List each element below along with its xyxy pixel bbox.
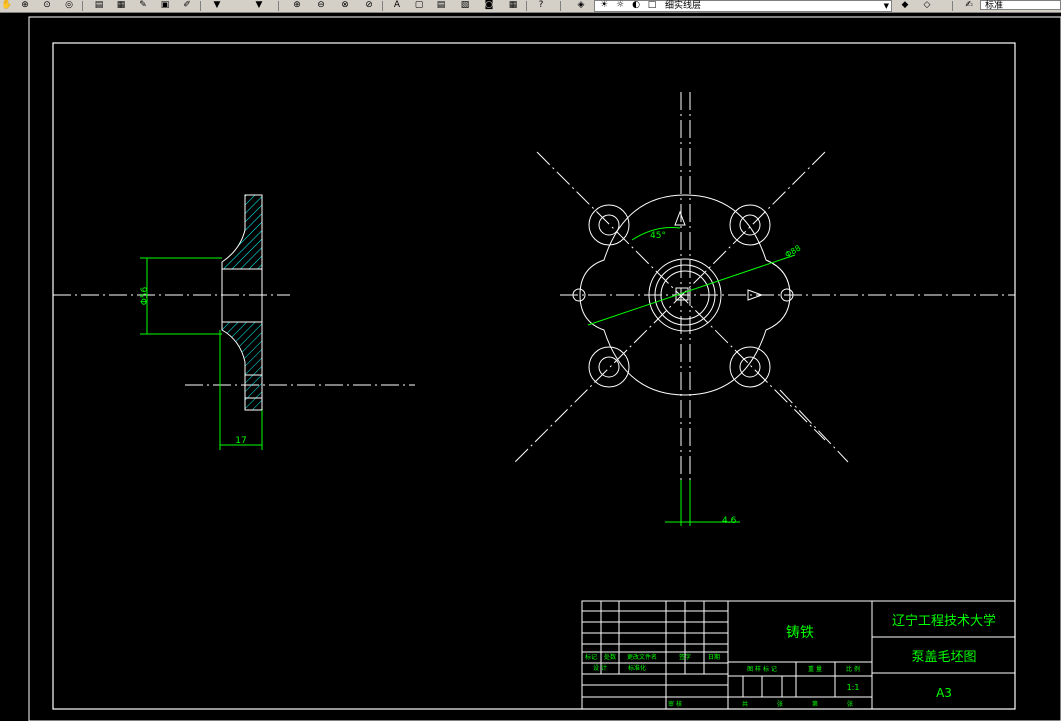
text-style-name: 标准 — [985, 1, 1004, 11]
toolbar: ✋ ⊕ ⊙ ◎ ▤ ▦ ✎ ▣ ✐ ▼ ▼ ⊕ ⊖ ⊗ ⊘ A ▢ ▤ ▧ ◙ … — [0, 0, 1061, 13]
label-sheets-2: 张 — [847, 700, 853, 708]
label-sign: 签字 — [679, 653, 691, 661]
design-center-icon[interactable]: ▦ — [114, 0, 128, 11]
dim-text-offset: 4.6 — [722, 516, 737, 526]
label-count: 处数 — [604, 653, 616, 661]
layer-previous-icon[interactable]: ◇ — [920, 0, 934, 11]
dim-text-diameter: Φ56 — [140, 286, 150, 305]
layer-dropdown[interactable]: ☀ ☼ ◐ □ 细实线层 ▼ — [594, 0, 892, 12]
side-view — [53, 194, 415, 411]
hatch-lower — [221, 321, 263, 411]
zoom-realtime-icon[interactable]: ⊕ — [18, 0, 32, 11]
toolbar-separator — [82, 1, 83, 11]
text-style-dropdown[interactable]: 标准 — [980, 0, 1061, 11]
datum-triangle-top — [674, 210, 686, 226]
layer-name: 细实线层 — [665, 1, 702, 11]
zoom-out-icon[interactable]: ⊖ — [314, 0, 328, 11]
inner-frame — [52, 42, 1016, 710]
material-text: 铸铁 — [786, 625, 814, 641]
zoom-window-icon[interactable]: ⊙ — [40, 0, 54, 11]
block-icon[interactable]: ▢ — [412, 0, 426, 11]
label-stage-mark: 图 样 标 记 — [747, 665, 777, 673]
table-icon[interactable]: ▤ — [434, 0, 448, 11]
bolt-boss-tr — [729, 204, 771, 246]
size-text: A3 — [936, 686, 952, 700]
make-current-icon[interactable]: ◆ — [898, 0, 912, 11]
label-sheet-no: 第 — [812, 700, 818, 708]
label-ratio: 比 例 — [846, 665, 860, 673]
toolbar-separator — [278, 1, 279, 11]
hatch-upper — [221, 194, 263, 270]
dim-text-angle: 45° — [650, 231, 666, 241]
zoom-all-icon[interactable]: ⊗ — [338, 0, 352, 11]
toolbar-separator — [200, 1, 201, 11]
layer-manager-icon[interactable]: ◈ — [574, 0, 588, 11]
bolt-boss-br — [729, 346, 771, 388]
bolt-hole-bl — [598, 356, 620, 378]
dim-text-diameter-circle: Φ88 — [784, 243, 803, 259]
bolt-boss-tl — [588, 204, 630, 246]
help-icon[interactable]: ? — [534, 0, 548, 11]
label-design: 设 计 — [593, 664, 607, 672]
label-mark: 标记 — [585, 653, 597, 661]
markup-icon[interactable]: ✐ — [180, 0, 194, 11]
toolbar-separator — [382, 1, 383, 11]
diagonal-centerline-2 — [514, 151, 826, 463]
label-review: 审 核 — [668, 700, 682, 708]
text-style-icon[interactable]: ✍ — [962, 0, 976, 11]
zoom-extents-icon[interactable]: ⊘ — [362, 0, 376, 11]
zoom-previous-icon[interactable]: ◎ — [62, 0, 76, 11]
text-icon[interactable]: A — [390, 0, 404, 11]
drawing-canvas[interactable]: Φ56 17 45° Φ88 4.6 铸铁 辽宁工程技术大学 泵盖毛坯图 A3 … — [0, 13, 1061, 721]
bolt-hole-tl — [598, 214, 620, 236]
bolt-hole-tr — [739, 214, 761, 236]
color-swatch-icon: □ — [647, 0, 657, 10]
lock-icon[interactable]: ◐ — [629, 0, 643, 11]
freeze-icon[interactable]: ☼ — [613, 0, 627, 11]
chevron-down-icon[interactable]: ▼ — [884, 1, 889, 11]
arrow-disabled-icon: ▼ — [255, 0, 263, 10]
label-sheets-1: 张 — [777, 700, 783, 708]
hatch-icon[interactable]: ▧ — [458, 0, 472, 11]
zoom-in-icon[interactable]: ⊕ — [290, 0, 304, 11]
drawing-name-text: 泵盖毛坯图 — [911, 650, 976, 665]
scale-text: 1:1 — [847, 683, 860, 692]
front-view — [514, 92, 1015, 490]
properties-icon[interactable]: ▤ — [92, 0, 106, 11]
grid-icon[interactable]: ▦ — [506, 0, 520, 11]
university-text: 辽宁工程技术大学 — [892, 613, 996, 629]
bolt-hole-br — [739, 356, 761, 378]
label-total: 共 — [742, 700, 748, 708]
tool-palette-icon[interactable]: ✎ — [136, 0, 150, 11]
diagonal-centerline-3 — [779, 389, 849, 463]
lightbulb-icon[interactable]: ☀ — [597, 0, 611, 11]
arrow-down-icon[interactable]: ▼ — [210, 0, 224, 11]
region-icon[interactable]: ◙ — [482, 0, 496, 11]
label-standard: 标准化 — [628, 664, 646, 672]
label-weight: 重 量 — [808, 665, 822, 673]
toolbar-separator — [560, 1, 561, 11]
label-change-doc: 更改文件名 — [627, 653, 657, 661]
label-date: 日期 — [708, 653, 720, 661]
toolbar-separator — [526, 1, 527, 11]
center-square — [675, 287, 689, 301]
pan-icon[interactable]: ✋ — [0, 0, 14, 11]
sheet-set-icon[interactable]: ▣ — [158, 0, 172, 11]
toolbar-separator — [952, 1, 953, 11]
dim-text-thickness: 17 — [235, 436, 246, 446]
